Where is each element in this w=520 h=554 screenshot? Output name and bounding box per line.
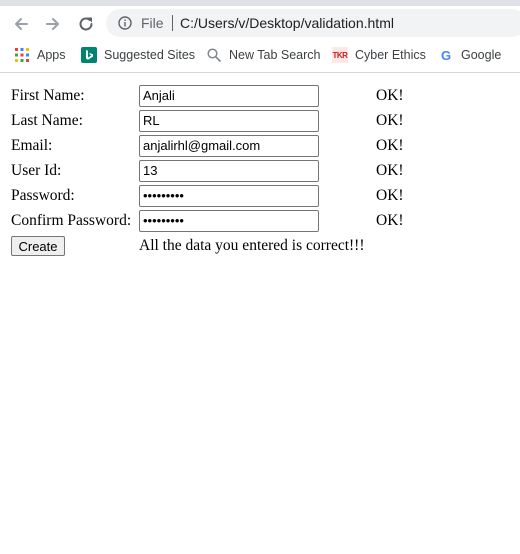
bookmark-new-tab-search[interactable]: New Tab Search (206, 46, 321, 64)
apps-grid-icon (14, 47, 30, 63)
bing-icon (81, 47, 97, 63)
bookmark-label: New Tab Search (229, 48, 321, 62)
validation-status: OK! (376, 212, 404, 229)
bookmark-cyber-ethics[interactable]: TKR Cyber Ethics (332, 46, 426, 64)
field-label: Last Name: (11, 112, 83, 129)
bookmark-label: Suggested Sites (104, 48, 196, 62)
page-content: First Name: Anjali OK! Last Name: RL OK!… (0, 73, 520, 554)
validation-status: OK! (376, 187, 404, 204)
first-name-input[interactable]: Anjali (139, 85, 319, 107)
confirm-password-input[interactable]: ••••••••• (139, 210, 319, 232)
user-id-input[interactable]: 13 (139, 160, 319, 182)
validation-status: OK! (376, 162, 404, 179)
bookmark-suggested-sites[interactable]: Suggested Sites (81, 46, 195, 64)
last-name-input[interactable]: RL (139, 110, 319, 132)
field-label: First Name: (11, 87, 85, 104)
create-button[interactable]: Create (11, 236, 65, 256)
back-arrow-icon (15, 18, 28, 30)
field-label: Email: (11, 137, 53, 154)
field-label: Password: (11, 187, 75, 204)
forward-arrow-icon (46, 18, 59, 30)
scheme-label: File (141, 15, 164, 31)
field-label: Confirm Password: (11, 212, 132, 229)
google-icon: G (440, 47, 452, 63)
bookmark-label: Cyber Ethics (355, 48, 426, 62)
forward-button[interactable] (43, 14, 63, 34)
reload-icon (79, 17, 93, 31)
bookmark-label: Google (461, 48, 502, 62)
email-input[interactable]: anjalirhl@gmail.com (139, 135, 319, 157)
bookmark-apps[interactable]: Apps (14, 46, 66, 64)
bookmarks-bar: Apps Suggested Sites New Tab Search TKR … (0, 40, 520, 73)
bookmark-google[interactable]: G Google (438, 46, 501, 64)
address-bar[interactable]: File C:/Users/v/Desktop/validation.html (106, 9, 520, 37)
bookmark-label: Apps (37, 48, 66, 62)
tkr-icon: TKR (332, 47, 348, 63)
info-icon[interactable] (118, 16, 132, 33)
validation-status: OK! (376, 87, 404, 104)
reload-button[interactable] (76, 14, 96, 34)
browser-toolbar: File C:/Users/v/Desktop/validation.html (0, 6, 520, 40)
result-message: All the data you entered is correct!!! (139, 237, 365, 254)
search-icon (206, 47, 222, 63)
validation-status: OK! (376, 137, 404, 154)
url-text[interactable]: C:/Users/v/Desktop/validation.html (180, 15, 394, 31)
validation-status: OK! (376, 112, 404, 129)
omnibox-divider (172, 15, 173, 31)
field-label: User Id: (11, 162, 62, 179)
password-input[interactable]: ••••••••• (139, 185, 319, 207)
back-button[interactable] (11, 14, 31, 34)
